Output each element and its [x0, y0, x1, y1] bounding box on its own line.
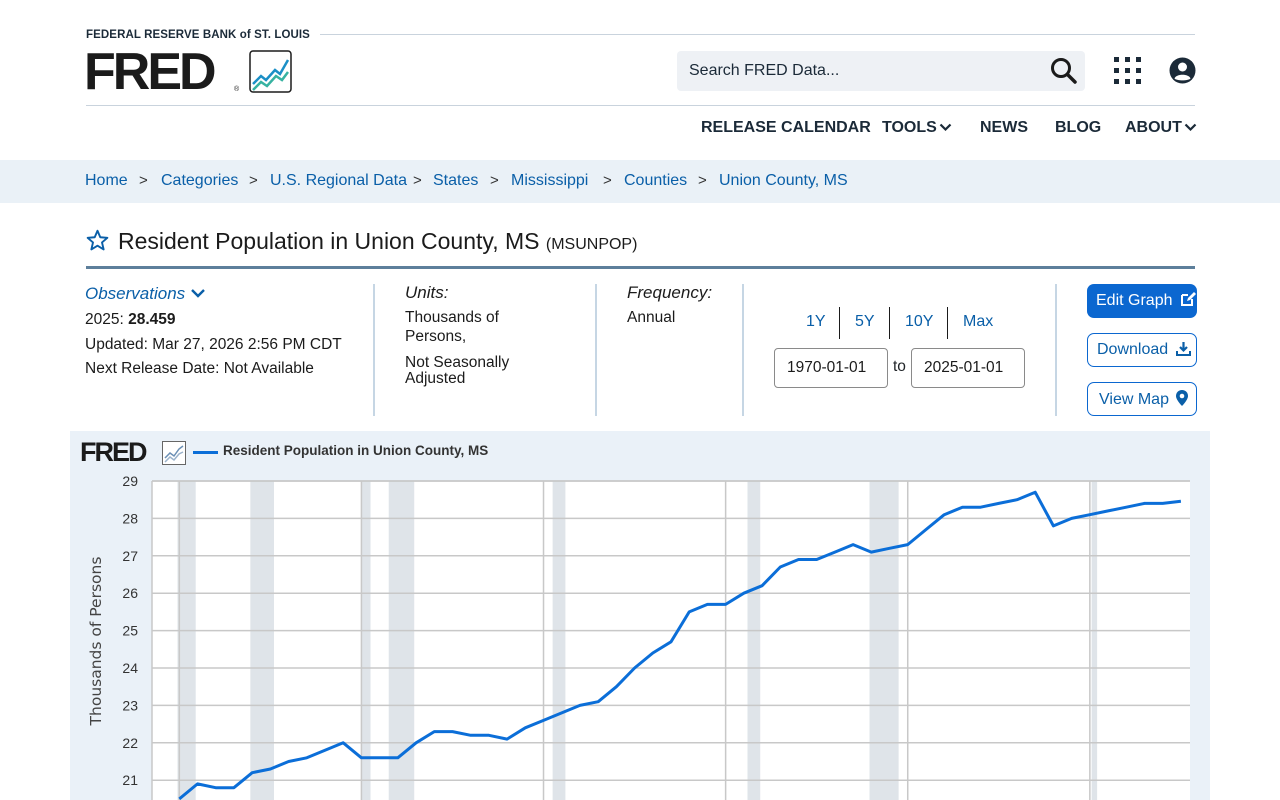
chevron-down-icon	[939, 123, 952, 132]
breadcrumb-counties[interactable]: Counties	[624, 172, 687, 190]
download-icon	[1175, 342, 1191, 356]
y-tick-label: 26	[122, 585, 138, 601]
updated-date: Updated: Mar 27, 2026 2:56 PM CDT	[85, 336, 342, 353]
divider	[373, 284, 375, 416]
view-map-button[interactable]: View Map	[1087, 382, 1197, 416]
end-date-input[interactable]: 2025-01-01	[911, 348, 1025, 388]
fred-logo[interactable]: FRED	[84, 46, 217, 98]
breadcrumb-separator: >	[139, 172, 148, 189]
recession-band	[250, 481, 275, 800]
observations-toggle[interactable]: Observations	[85, 284, 206, 304]
breadcrumb-home[interactable]: Home	[85, 172, 128, 190]
page-title: Resident Population in Union County, MS …	[118, 228, 637, 255]
breadcrumb-categories[interactable]: Categories	[161, 172, 238, 190]
series-title: Resident Population in Union County, MS	[118, 228, 540, 254]
y-tick-label: 29	[122, 473, 138, 489]
breadcrumb-union-county[interactable]: Union County, MS	[719, 172, 848, 190]
next-release-date: Next Release Date: Not Available	[85, 360, 314, 377]
nav-tools[interactable]: TOOLS	[882, 119, 952, 137]
nav-blog[interactable]: BLOG	[1055, 119, 1101, 137]
range-1y-button[interactable]: 1Y	[806, 313, 826, 331]
chevron-down-icon	[191, 289, 205, 298]
y-tick-label: 28	[122, 510, 138, 526]
recession-band	[177, 481, 196, 800]
date-range-to-label: to	[893, 358, 906, 375]
start-date-input[interactable]: 1970-01-01	[774, 348, 888, 388]
range-max-button[interactable]: Max	[963, 313, 993, 331]
series-code: (MSUNPOP)	[545, 236, 638, 253]
units-label: Units:	[405, 283, 449, 302]
divider	[1055, 284, 1057, 416]
breadcrumb-mississippi[interactable]: Mississippi	[511, 172, 588, 190]
y-tick-label: 22	[122, 735, 138, 751]
recession-band	[388, 481, 415, 800]
edit-graph-button[interactable]: Edit Graph	[1087, 284, 1197, 318]
divider	[595, 284, 597, 416]
y-tick-label: 27	[122, 548, 138, 564]
latest-value: 28.459	[128, 311, 176, 328]
title-underline	[86, 266, 1195, 269]
edit-icon	[1180, 292, 1196, 306]
header-mid-rule	[86, 105, 1195, 106]
recession-band	[1091, 481, 1098, 800]
divider	[742, 284, 744, 416]
breadcrumb-separator: >	[698, 172, 707, 189]
fred-chart-logo-icon[interactable]	[249, 50, 292, 93]
header-top-rule	[320, 34, 1195, 35]
y-tick-label: 21	[122, 772, 138, 788]
y-tick-label: 24	[122, 660, 138, 676]
line-chart[interactable]: 21 22 23 24 25 26 27 28 29 Thousands of Persons	[70, 431, 1210, 800]
breadcrumb-separator: >	[249, 172, 258, 189]
units-value-line1: Thousands of Persons,	[405, 309, 499, 345]
y-tick-label: 23	[122, 697, 138, 713]
recession-band	[552, 481, 566, 800]
nav-news[interactable]: NEWS	[980, 119, 1028, 137]
chart-container: FRED Resident Population in Union County…	[70, 431, 1210, 800]
frequency-label: Frequency:	[627, 283, 713, 302]
y-axis-label: Thousands of Persons	[87, 557, 105, 727]
breadcrumb-separator: >	[603, 172, 612, 189]
search-icon[interactable]	[1049, 56, 1079, 86]
breadcrumb-separator: >	[413, 172, 422, 189]
range-separator	[889, 307, 890, 339]
latest-observation: 2025: 28.459	[85, 311, 176, 328]
map-pin-icon	[1176, 390, 1189, 406]
range-separator	[947, 307, 948, 339]
range-5y-button[interactable]: 5Y	[855, 313, 875, 331]
breadcrumb-us-regional-data[interactable]: U.S. Regional Data	[270, 172, 407, 190]
y-tick-label: 25	[122, 623, 138, 639]
nav-release-calendar[interactable]: RELEASE CALENDAR	[701, 119, 871, 137]
range-10y-button[interactable]: 10Y	[905, 313, 933, 331]
recession-band	[361, 481, 371, 800]
registered-mark: ®	[234, 86, 240, 93]
nav-about[interactable]: ABOUT	[1125, 119, 1197, 137]
download-button[interactable]: Download	[1087, 333, 1197, 367]
apps-grid-icon[interactable]	[1114, 57, 1141, 84]
breadcrumb-separator: >	[490, 172, 499, 189]
frequency-value: Annual	[627, 309, 676, 326]
breadcrumb-states[interactable]: States	[433, 172, 478, 190]
range-separator	[839, 307, 840, 339]
search-bar[interactable]: Search FRED Data...	[677, 51, 1085, 91]
chevron-down-icon	[1184, 123, 1197, 132]
user-account-icon[interactable]	[1169, 57, 1196, 84]
org-name: FEDERAL RESERVE BANK of ST. LOUIS	[86, 29, 310, 41]
favorite-star-icon[interactable]	[86, 229, 109, 252]
recession-band	[869, 481, 899, 800]
search-input[interactable]: Search FRED Data...	[689, 62, 839, 80]
recession-band	[747, 481, 761, 800]
units-value-line2: Not Seasonally Adjusted	[405, 354, 510, 387]
